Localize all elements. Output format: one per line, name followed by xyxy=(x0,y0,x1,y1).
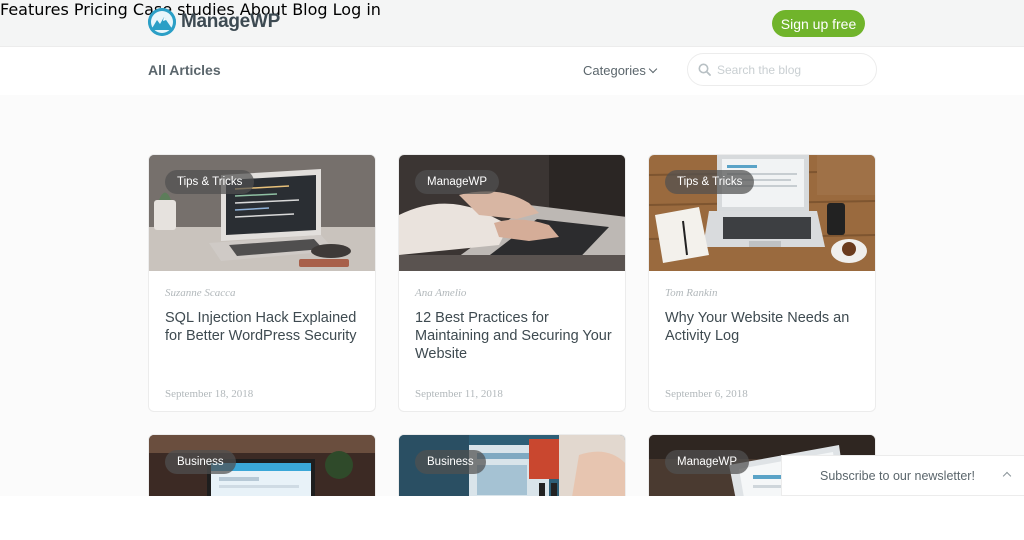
category-badge[interactable]: Tips & Tricks xyxy=(165,170,255,194)
article-thumbnail[interactable]: Tips & Tricks xyxy=(649,155,875,271)
managewp-logo-icon xyxy=(148,8,176,36)
categories-label: Categories xyxy=(583,63,646,78)
article-thumbnail[interactable]: Tips & Tricks xyxy=(149,155,375,271)
search-icon xyxy=(698,63,711,76)
nav-login[interactable]: Log in xyxy=(333,0,381,19)
article-card[interactable]: Tips & Tricks Tom Rankin Why Your Websit… xyxy=(648,154,876,412)
article-title[interactable]: Why Your Website Needs an Activity Log xyxy=(665,309,865,345)
logo-text: ManageWP xyxy=(181,11,280,32)
category-badge[interactable]: Tips & Tricks xyxy=(665,170,755,194)
article-author: Tom Rankin xyxy=(665,287,718,299)
article-author: Suzanne Scacca xyxy=(165,287,236,299)
search-input[interactable] xyxy=(717,62,867,77)
nav-blog[interactable]: Blog xyxy=(292,0,327,19)
chevron-down-icon xyxy=(648,64,658,73)
search-box[interactable] xyxy=(687,53,877,86)
article-date: September 11, 2018 xyxy=(415,388,503,400)
category-badge[interactable]: Business xyxy=(165,450,236,474)
article-title[interactable]: 12 Best Practices for Maintaining and Se… xyxy=(415,309,615,363)
article-date: September 18, 2018 xyxy=(165,388,254,400)
all-articles-link[interactable]: All Articles xyxy=(148,62,221,78)
nav-features[interactable]: Features xyxy=(0,0,69,19)
category-badge[interactable]: ManageWP xyxy=(415,170,500,194)
categories-dropdown[interactable]: Categories xyxy=(583,63,658,78)
top-navigation-bar: ManageWP Features Pricing Case studies A… xyxy=(0,0,1024,47)
logo[interactable]: ManageWP xyxy=(148,8,280,36)
article-card[interactable]: ManageWP Ana Amelio 12 Best Practices fo… xyxy=(398,154,626,412)
category-badge[interactable]: ManageWP xyxy=(665,450,750,474)
article-date: September 6, 2018 xyxy=(665,388,748,400)
category-badge[interactable]: Business xyxy=(415,450,486,474)
article-title[interactable]: SQL Injection Hack Explained for Better … xyxy=(165,309,365,345)
chevron-up-icon[interactable] xyxy=(1002,471,1012,481)
nav-pricing[interactable]: Pricing xyxy=(74,0,128,19)
page-bottom xyxy=(0,496,1024,540)
article-author: Ana Amelio xyxy=(415,287,467,299)
article-card[interactable]: Tips & Tricks Suzanne Scacca SQL Injecti… xyxy=(148,154,376,412)
article-thumbnail[interactable]: ManageWP xyxy=(399,155,625,271)
sign-up-button[interactable]: Sign up free xyxy=(772,10,865,37)
newsletter-tab[interactable]: Subscribe to our newsletter! xyxy=(781,455,1024,496)
newsletter-label: Subscribe to our newsletter! xyxy=(820,468,975,483)
